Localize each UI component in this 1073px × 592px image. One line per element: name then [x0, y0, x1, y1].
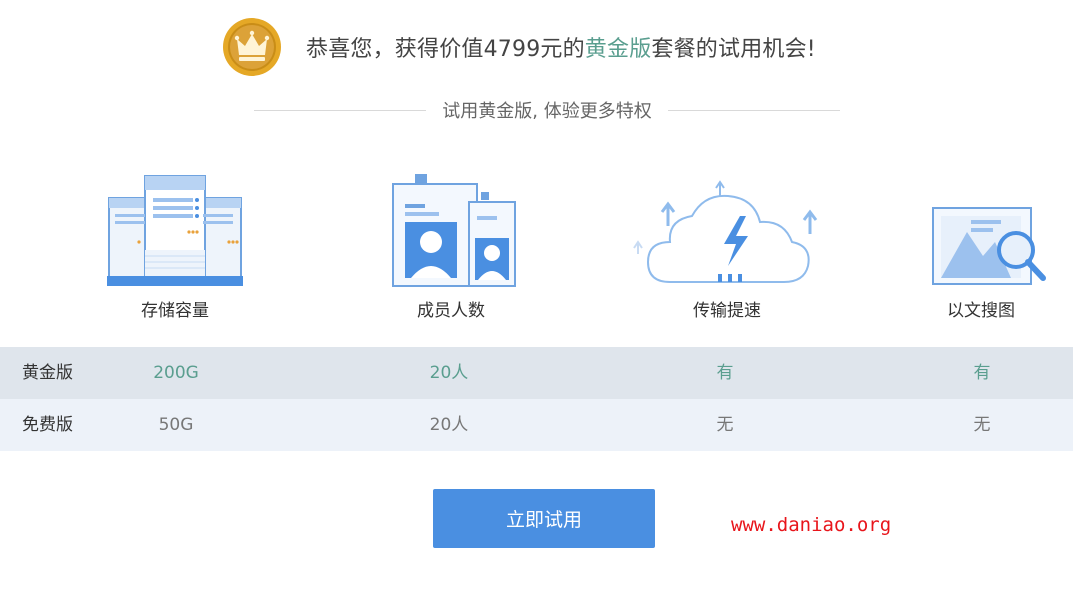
- headline-plan-highlight: 黄金版: [584, 37, 652, 62]
- headline-prefix: 恭喜您，获得价值4799元的: [306, 37, 585, 62]
- header: 恭喜您，获得价值4799元的黄金版套餐的试用机会!: [222, 16, 816, 78]
- crown-badge-icon: [223, 18, 281, 76]
- headline: 恭喜您，获得价值4799元的黄金版套餐的试用机会!: [306, 31, 816, 63]
- plan-comparison-table: 黄金版 200G 20人 有 有 免费版 50G 20人 无 无: [0, 347, 1073, 451]
- try-now-button[interactable]: 立即试用: [433, 489, 655, 548]
- plan-name: 黄金版: [22, 363, 73, 383]
- divider-left: [254, 109, 427, 111]
- table-row-gold: 黄金版 200G 20人 有 有: [0, 347, 1073, 399]
- feature-image-search: 以文搜图: [881, 170, 1073, 321]
- table-row-free: 免费版 50G 20人 无 无: [0, 399, 1073, 451]
- feature-storage: 存储容量: [75, 170, 275, 321]
- image-search-icon: [932, 207, 1046, 285]
- feature-members: 成员人数: [351, 170, 551, 321]
- cloud-speed-icon: [633, 180, 818, 283]
- image-search-value: 无: [973, 415, 991, 435]
- speed-value: 有: [716, 363, 734, 383]
- subtitle-row: 试用黄金版, 体验更多特权: [254, 96, 841, 124]
- headline-suffix: 套餐的试用机会!: [651, 37, 816, 62]
- subtitle: 试用黄金版, 体验更多特权: [442, 101, 652, 122]
- server-storage-icon: [107, 175, 243, 286]
- image-search-value: 有: [973, 363, 991, 383]
- members-value: 20人: [429, 363, 469, 383]
- storage-value: 50G: [158, 415, 194, 435]
- feature-transfer-speed: 传输提速: [627, 170, 827, 321]
- divider-right: [667, 109, 841, 111]
- members-value: 20人: [429, 415, 469, 435]
- member-badge-icon: [392, 174, 516, 287]
- plan-name: 免费版: [22, 415, 73, 435]
- storage-value: 200G: [153, 363, 199, 383]
- speed-value: 无: [716, 415, 734, 435]
- watermark-text: www.daniao.org: [731, 514, 892, 536]
- feature-label: 传输提速: [693, 301, 761, 321]
- feature-label: 存储容量: [141, 301, 209, 321]
- feature-label: 成员人数: [417, 301, 485, 321]
- feature-label: 以文搜图: [947, 301, 1015, 321]
